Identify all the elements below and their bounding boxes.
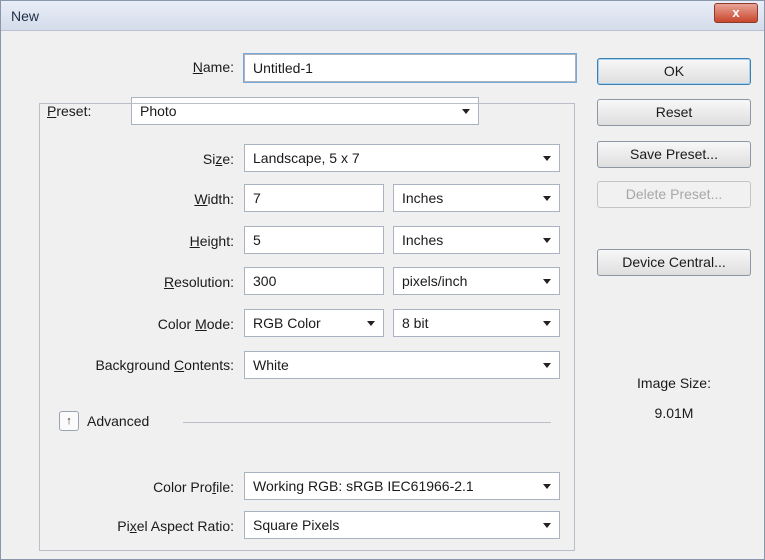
close-icon: x bbox=[732, 5, 740, 20]
resolution-unit-value: pixels/inch bbox=[402, 273, 468, 289]
image-size-label: Image Size: bbox=[637, 375, 711, 391]
width-value: 7 bbox=[253, 190, 261, 206]
height-unit-select[interactable]: Inches bbox=[393, 226, 560, 254]
reset-button[interactable]: Reset bbox=[597, 99, 751, 126]
name-label: Name: bbox=[192, 59, 234, 75]
height-unit-value: Inches bbox=[402, 232, 444, 248]
advanced-toggle-button[interactable]: ↑ bbox=[59, 411, 79, 431]
advanced-label: Advanced bbox=[87, 413, 150, 429]
resolution-value: 300 bbox=[253, 273, 277, 289]
resolution-input[interactable]: 300 bbox=[244, 267, 384, 295]
bit-depth-value: 8 bit bbox=[402, 315, 429, 331]
resolution-label: Resolution: bbox=[163, 274, 234, 290]
background-contents-label: Background Contents: bbox=[95, 357, 234, 373]
color-profile-select[interactable]: Working RGB: sRGB IEC61966-2.1 bbox=[244, 472, 560, 500]
height-label: Height: bbox=[189, 233, 234, 249]
color-profile-label: Color Profile: bbox=[153, 479, 234, 495]
delete-preset-button[interactable]: Delete Preset... bbox=[597, 181, 751, 208]
dialog-title: New bbox=[11, 8, 40, 24]
chevron-up-icon: ↑ bbox=[66, 415, 72, 427]
background-contents-value: White bbox=[253, 357, 289, 373]
width-input[interactable]: 7 bbox=[244, 184, 384, 212]
chevron-down-icon bbox=[543, 238, 551, 243]
save-preset-button[interactable]: Save Preset... bbox=[597, 141, 751, 168]
name-value: Untitled-1 bbox=[253, 60, 313, 76]
chevron-down-icon bbox=[543, 484, 551, 489]
pixel-aspect-ratio-value: Square Pixels bbox=[253, 517, 340, 533]
color-mode-label: Color Mode: bbox=[157, 316, 234, 332]
size-select[interactable]: Landscape, 5 x 7 bbox=[244, 144, 560, 172]
width-label: Width: bbox=[194, 191, 234, 207]
color-mode-select[interactable]: RGB Color bbox=[244, 309, 384, 337]
chevron-down-icon bbox=[543, 279, 551, 284]
height-value: 5 bbox=[253, 232, 261, 248]
chevron-down-icon bbox=[543, 363, 551, 368]
pixel-aspect-ratio-label: Pixel Aspect Ratio: bbox=[117, 518, 234, 534]
chevron-down-icon bbox=[543, 523, 551, 528]
ok-button[interactable]: OK bbox=[597, 58, 751, 85]
color-profile-value: Working RGB: sRGB IEC61966-2.1 bbox=[253, 478, 474, 494]
size-label: Size: bbox=[202, 151, 234, 167]
device-central-button[interactable]: Device Central... bbox=[597, 249, 751, 276]
width-unit-value: Inches bbox=[402, 190, 444, 206]
resolution-unit-select[interactable]: pixels/inch bbox=[393, 267, 560, 295]
background-contents-select[interactable]: White bbox=[244, 351, 560, 379]
name-label-text: ame: bbox=[202, 59, 234, 75]
chevron-down-icon bbox=[543, 156, 551, 161]
close-button[interactable]: x bbox=[714, 3, 758, 23]
title-bar[interactable]: New x bbox=[1, 1, 764, 31]
pixel-aspect-ratio-select[interactable]: Square Pixels bbox=[244, 511, 560, 539]
color-mode-value: RGB Color bbox=[253, 315, 321, 331]
advanced-divider bbox=[183, 422, 551, 423]
image-size-value: 9.01M bbox=[654, 405, 694, 421]
chevron-down-icon bbox=[543, 321, 551, 326]
height-input[interactable]: 5 bbox=[244, 226, 384, 254]
bit-depth-select[interactable]: 8 bit bbox=[393, 309, 560, 337]
chevron-down-icon bbox=[367, 321, 375, 326]
size-value: Landscape, 5 x 7 bbox=[253, 150, 360, 166]
chevron-down-icon bbox=[543, 196, 551, 201]
name-input[interactable]: Untitled-1 bbox=[243, 53, 577, 83]
new-document-dialog: New x Name: Untitled-1 Preset: Photo Siz… bbox=[0, 0, 765, 560]
width-unit-select[interactable]: Inches bbox=[393, 184, 560, 212]
